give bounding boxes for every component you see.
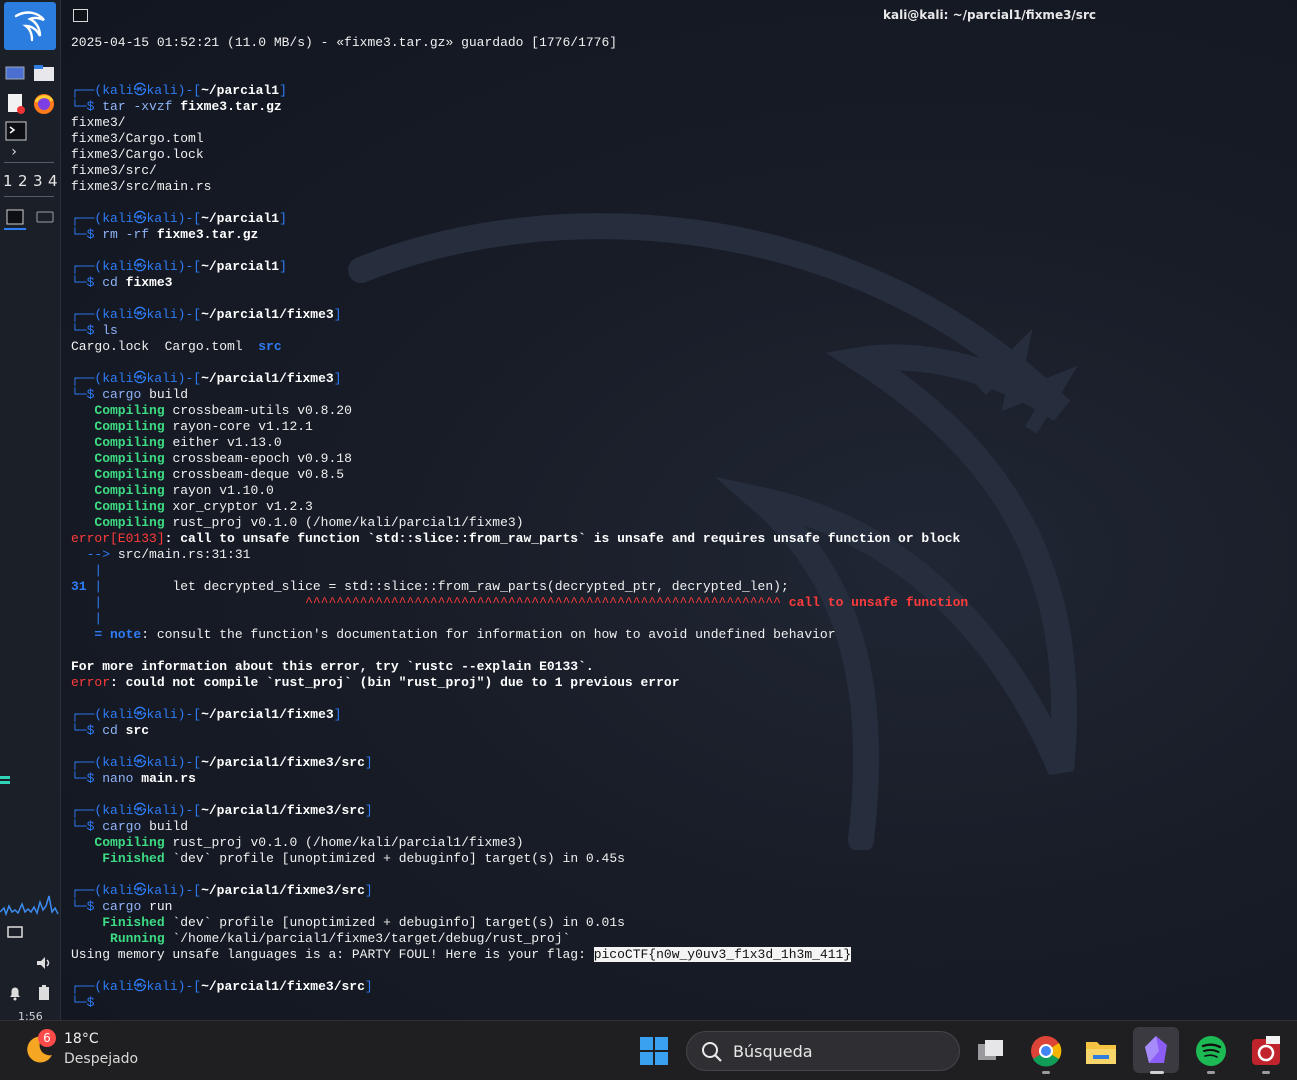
folder-icon	[1086, 1042, 1116, 1064]
chevron-right-icon[interactable]: ›	[6, 144, 22, 160]
compile-line: rust_proj v0.1.0 (/home/kali/parcial1/fi…	[172, 515, 524, 530]
search-placeholder: Búsqueda	[733, 1042, 813, 1061]
compile-line: crossbeam-epoch v0.9.18	[172, 451, 352, 466]
network-applet-icon[interactable]	[6, 924, 24, 940]
weather-temperature: 18°C	[64, 1031, 99, 1047]
weather-widget[interactable]: 6 18°C Despejado	[0, 1021, 150, 1080]
taskbar-search[interactable]: Búsqueda	[686, 1031, 960, 1071]
tar-output-line: fixme3/Cargo.lock	[71, 147, 204, 162]
flag-selection[interactable]: picoCTF{n0w_y0uv3_f1x3d_1h3m_411}	[593, 947, 852, 962]
start-button[interactable]	[634, 1031, 674, 1071]
debugger-taskbar-button[interactable]	[1246, 1031, 1286, 1071]
battery-icon[interactable]	[36, 984, 52, 1002]
final-error-line: error: could not compile `rust_proj` (bi…	[71, 675, 680, 690]
terminal-output[interactable]: 2025-04-15 01:52:21 (11.0 MB/s) - «fixme…	[71, 35, 968, 1011]
note-text: : consult the function's documentation f…	[141, 627, 836, 642]
cpu-indicator	[0, 776, 10, 784]
obsidian-taskbar-button[interactable]	[1133, 1027, 1179, 1073]
xfce-side-panel: › 1 2 3 4 1:56	[0, 0, 61, 1023]
tar-output-line: fixme3/	[71, 115, 126, 130]
prompt: ┌──(kali㉿kali)-[~/parcial1/fixme3/src] └…	[71, 979, 373, 1010]
workspace-1[interactable]: 1	[3, 172, 13, 190]
error-location-arrow: -->	[86, 547, 111, 562]
x64dbg-icon	[1252, 1036, 1280, 1065]
command-line: ls	[102, 323, 118, 338]
tar-output-line: fixme3/src/main.rs	[71, 179, 212, 194]
running-line: `/home/kali/parcial1/fixme3/target/debug…	[172, 931, 571, 946]
error-location: src/main.rs:31:31	[117, 547, 251, 562]
panel-separator	[4, 162, 54, 163]
workspace-4[interactable]: 4	[48, 172, 58, 190]
compile-line: either v1.13.0	[172, 435, 282, 450]
workspace-3[interactable]: 3	[33, 172, 43, 190]
finished-line: `dev` profile [unoptimized + debuginfo] …	[172, 915, 625, 930]
keyboard-icon[interactable]	[34, 208, 56, 226]
error-line: error[E0133]: call to unsafe function `s…	[71, 531, 961, 546]
terminal-icon	[73, 9, 88, 22]
weather-description: Despejado	[64, 1051, 139, 1067]
firefox-icon[interactable]	[32, 92, 56, 116]
command-line: nano main.rs	[102, 771, 196, 786]
windows-logo-icon	[640, 1037, 668, 1065]
command-line: tar -xvzf fixme3.tar.gz	[102, 99, 282, 114]
running-indicator	[1150, 1071, 1164, 1074]
panel-separator	[4, 196, 54, 197]
note-label: = note	[94, 627, 142, 642]
command-line: cargo run	[102, 899, 173, 914]
show-desktop-icon[interactable]	[4, 64, 26, 82]
file-manager-icon[interactable]	[32, 63, 56, 83]
spotify-taskbar-button[interactable]	[1191, 1031, 1231, 1071]
error-carets: ^^^^^^^^^^^^^^^^^^^^^^^^^^^^^^^^^^^^^^^^…	[305, 595, 781, 610]
kali-dragon-menu-icon[interactable]	[4, 2, 56, 50]
chrome-icon	[1031, 1036, 1062, 1067]
tar-output-line: fixme3/src/	[71, 163, 157, 178]
command-line: cd fixme3	[102, 275, 173, 290]
command-line: cargo build	[102, 819, 189, 834]
file-explorer-button[interactable]	[1081, 1031, 1121, 1071]
tar-output-line: fixme3/Cargo.toml	[71, 131, 204, 146]
finished-line: `dev` profile [unoptimized + debuginfo] …	[172, 851, 625, 866]
compile-line: rayon-core v1.12.1	[172, 419, 313, 434]
compile-line: rayon v1.10.0	[172, 483, 274, 498]
search-icon	[702, 1042, 722, 1062]
running-indicator	[1042, 1071, 1050, 1074]
network-graph	[0, 888, 60, 917]
command-line: rm -rf fixme3.tar.gz	[102, 227, 259, 242]
task-view-button[interactable]	[971, 1031, 1011, 1071]
windows-taskbar: 6 18°C Despejado Búsqueda	[0, 1020, 1297, 1080]
command-line: cargo build	[102, 387, 189, 402]
terminal-window-button-icon[interactable]	[4, 206, 26, 230]
compile-line: crossbeam-deque v0.8.5	[172, 467, 345, 482]
download-line: 2025-04-15 01:52:21 (11.0 MB/s) - «fixme…	[71, 35, 618, 50]
compile-line: crossbeam-utils v0.8.20	[172, 403, 352, 418]
notification-bell-icon[interactable]	[6, 984, 24, 1002]
compile-line: rust_proj v0.1.0 (/home/kali/parcial1/fi…	[172, 835, 524, 850]
weather-badge: 6	[38, 1029, 56, 1047]
terminal-launcher-icon[interactable]	[4, 120, 28, 142]
error-caret-label: call to unsafe function	[788, 595, 969, 610]
command-line: cd src	[102, 723, 150, 738]
terminal-window[interactable]: kali@kali: ~/parcial1/fixme3/src 2025-04…	[61, 0, 1297, 1020]
window-titlebar[interactable]: kali@kali: ~/parcial1/fixme3/src	[61, 0, 1297, 32]
error-line-number: 31	[71, 579, 87, 594]
volume-icon[interactable]	[34, 954, 54, 972]
task-view-icon	[978, 1040, 1003, 1060]
running-indicator	[1207, 1071, 1215, 1074]
chrome-taskbar-button[interactable]	[1026, 1031, 1066, 1071]
window-title: kali@kali: ~/parcial1/fixme3/src	[883, 8, 1096, 22]
flag-prefix: Using memory unsafe languages is a: PART…	[71, 947, 594, 962]
spotify-icon	[1196, 1036, 1226, 1066]
compile-line: xor_cryptor v1.2.3	[172, 499, 313, 514]
ls-output: Cargo.lock Cargo.toml src	[71, 339, 282, 354]
error-code-line: let decrypted_slice = std::slice::from_r…	[110, 579, 789, 594]
text-editor-icon[interactable]	[4, 92, 28, 116]
running-indicator	[1262, 1071, 1270, 1074]
workspace-2[interactable]: 2	[18, 172, 28, 190]
obsidian-icon	[1145, 1036, 1167, 1063]
more-info-line: For more information about this error, t…	[71, 659, 594, 674]
